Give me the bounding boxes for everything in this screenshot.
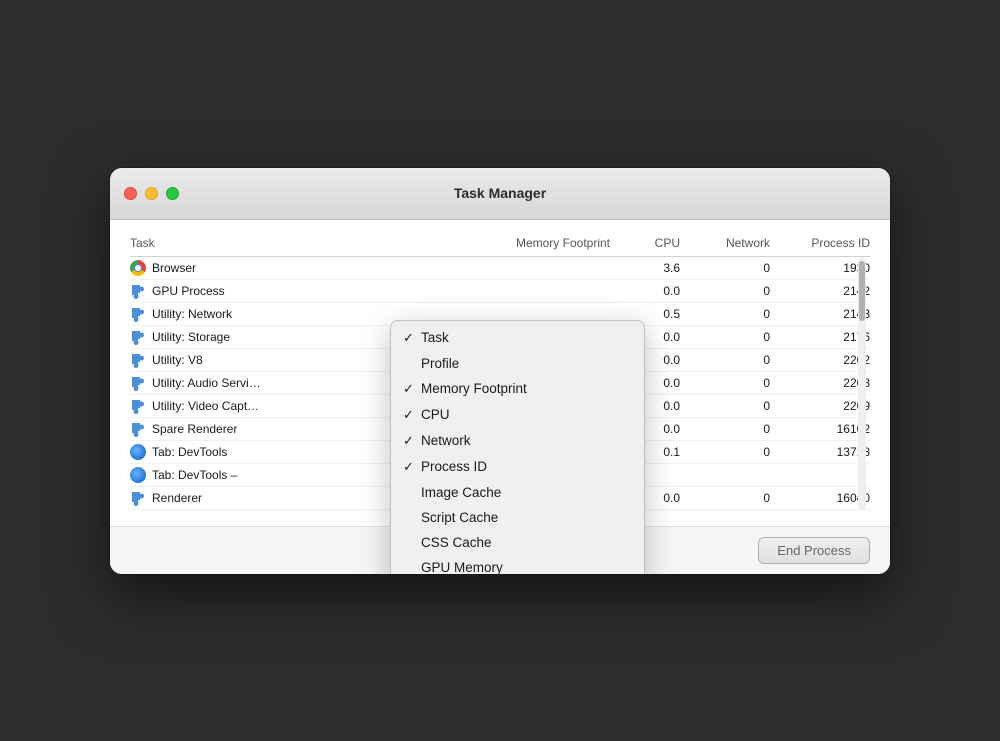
menu-item-image-cache[interactable]: Image Cache [391, 480, 644, 505]
menu-item-process-id[interactable]: ✓ Process ID [391, 454, 644, 480]
chrome-icon [130, 260, 146, 276]
menu-item-label: Image Cache [421, 485, 628, 500]
checkmark-icon: ✓ [403, 407, 421, 423]
puzzle-icon [130, 490, 146, 506]
menu-item-memory-footprint[interactable]: ✓ Memory Footprint [391, 376, 644, 402]
main-content: Task Memory Footprint CPU Network Proces… [110, 220, 890, 574]
menu-item-label: Process ID [421, 459, 628, 474]
puzzle-icon [130, 398, 146, 414]
menu-item-label: Task [421, 330, 628, 345]
checkmark-icon: ✓ [403, 381, 421, 397]
cpu-cell: 3.6 [610, 261, 680, 275]
table-row[interactable]: GPU Process 0.0 0 2142 [130, 280, 870, 303]
puzzle-icon [130, 329, 146, 345]
menu-item-css-cache[interactable]: CSS Cache [391, 530, 644, 555]
col-memory[interactable]: Memory Footprint [340, 236, 610, 250]
task-manager-window: Task Manager Task Memory Footprint CPU N… [110, 168, 890, 574]
scrollbar[interactable] [858, 257, 866, 510]
task-cell: Browser [130, 260, 340, 276]
col-network[interactable]: Network [680, 236, 770, 250]
close-button[interactable] [124, 187, 137, 200]
task-cell: Tab: DevTools [130, 444, 340, 460]
puzzle-icon [130, 421, 146, 437]
checkmark-icon: ✓ [403, 433, 421, 449]
col-cpu[interactable]: CPU [610, 236, 680, 250]
puzzle-icon [130, 306, 146, 322]
minimize-button[interactable] [145, 187, 158, 200]
menu-item-cpu[interactable]: ✓ CPU [391, 402, 644, 428]
network-cell: 0 [680, 284, 770, 298]
menu-item-label: Network [421, 433, 628, 448]
window-title: Task Manager [454, 185, 546, 201]
menu-item-label: CSS Cache [421, 535, 628, 550]
checkmark-icon: ✓ [403, 330, 421, 346]
table-row[interactable]: Browser 3.6 0 1930 [130, 257, 870, 280]
task-cell: GPU Process [130, 283, 340, 299]
table-header: Task Memory Footprint CPU Network Proces… [130, 236, 870, 257]
pid-cell: 1930 [770, 261, 870, 275]
menu-item-label: Memory Footprint [421, 381, 628, 396]
pid-cell: 2142 [770, 284, 870, 298]
puzzle-icon [130, 375, 146, 391]
cpu-cell: 0.0 [610, 284, 680, 298]
task-cell: Utility: Video Capt… [130, 398, 340, 414]
menu-item-network[interactable]: ✓ Network [391, 428, 644, 454]
menu-item-profile[interactable]: Profile [391, 351, 644, 376]
context-menu: ✓ Task Profile ✓ Memory Footprint ✓ CPU … [390, 320, 645, 574]
col-pid[interactable]: Process ID [770, 236, 870, 250]
menu-item-label: Profile [421, 356, 628, 371]
puzzle-icon [130, 283, 146, 299]
network-cell: 0 [680, 261, 770, 275]
task-cell: Utility: V8 [130, 352, 340, 368]
maximize-button[interactable] [166, 187, 179, 200]
task-cell: Renderer [130, 490, 340, 506]
menu-item-script-cache[interactable]: Script Cache [391, 505, 644, 530]
task-cell: Utility: Storage [130, 329, 340, 345]
globe-icon [130, 467, 146, 483]
menu-item-label: Script Cache [421, 510, 628, 525]
globe-icon [130, 444, 146, 460]
checkmark-icon: ✓ [403, 459, 421, 475]
task-cell: Utility: Audio Servi… [130, 375, 340, 391]
menu-item-label: GPU Memory [421, 560, 628, 574]
title-bar: Task Manager [110, 168, 890, 220]
traffic-lights [124, 187, 179, 200]
scrollbar-thumb[interactable] [859, 261, 865, 321]
task-cell: Tab: DevTools – [130, 467, 340, 483]
task-cell: Utility: Network [130, 306, 340, 322]
task-cell: Spare Renderer [130, 421, 340, 437]
puzzle-icon [130, 352, 146, 368]
end-process-button[interactable]: End Process [758, 537, 870, 564]
menu-item-label: CPU [421, 407, 628, 422]
menu-item-gpu-memory[interactable]: GPU Memory [391, 555, 644, 574]
menu-item-task[interactable]: ✓ Task [391, 325, 644, 351]
col-task[interactable]: Task [130, 236, 340, 250]
